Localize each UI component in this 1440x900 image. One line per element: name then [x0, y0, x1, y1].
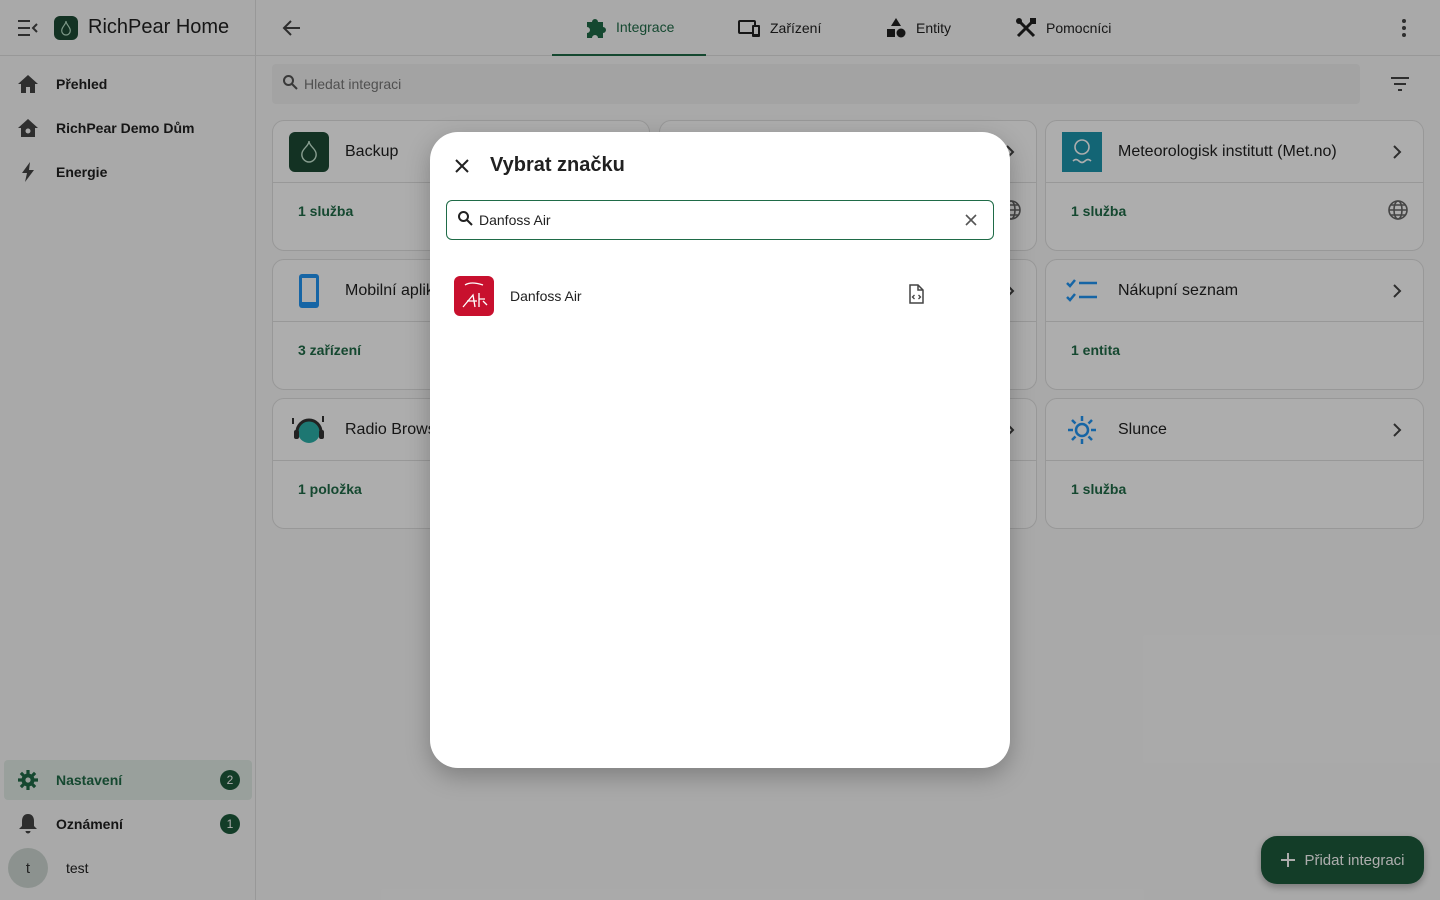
- search-icon: [457, 210, 473, 231]
- close-icon[interactable]: [450, 154, 474, 178]
- brand-result-item[interactable]: Danfoss Air: [446, 270, 994, 322]
- brand-search-input[interactable]: Danfoss Air: [446, 200, 994, 240]
- brand-name: Danfoss Air: [510, 288, 582, 304]
- clear-icon[interactable]: [961, 210, 981, 230]
- danfoss-logo-icon: [454, 276, 494, 316]
- select-brand-dialog: Vybrat značku Danfoss Air Danfoss Air: [430, 132, 1010, 768]
- dialog-title: Vybrat značku: [490, 154, 625, 176]
- search-value: Danfoss Air: [479, 212, 551, 228]
- custom-integration-file-icon: [906, 284, 926, 304]
